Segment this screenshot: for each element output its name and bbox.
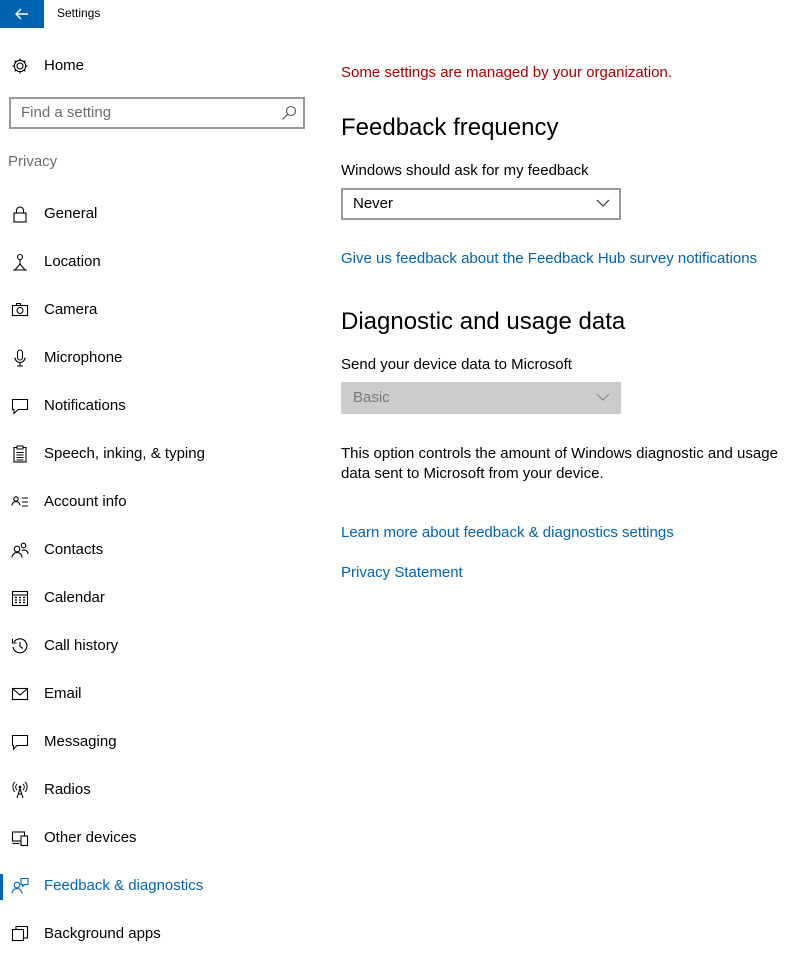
diagnostic-data-label: Send your device data to Microsoft [341,356,572,373]
radios-icon [12,781,28,799]
sidebar-item-label: Speech, inking, & typing [44,445,205,462]
notifications-icon [11,398,29,415]
clipboard-icon [13,445,27,463]
sidebar-item-label: Background apps [44,925,161,942]
managed-notice: Some settings are managed by your organi… [341,64,673,81]
sidebar-item-notifications[interactable]: Notifications [0,386,320,426]
camera-icon [11,303,29,317]
account-info-icon [11,496,28,507]
sidebar-item-call-history[interactable]: Call history [0,626,320,666]
diagnostic-usage-heading: Diagnostic and usage data [341,308,626,335]
messaging-icon [11,734,29,751]
search-input[interactable]: Find a setting [9,97,305,129]
sidebar-item-label: Account info [44,493,127,510]
sidebar-item-microphone[interactable]: Microphone [0,338,320,378]
background-apps-icon [11,925,29,942]
sidebar-item-messaging[interactable]: Messaging [0,722,320,762]
sidebar-item-label: Notifications [44,397,126,414]
back-button[interactable] [0,0,44,28]
sidebar-item-email[interactable]: Email [0,674,320,714]
sidebar-item-camera[interactable]: Camera [0,290,320,330]
diagnostic-data-dropdown: Basic [341,382,621,414]
privacy-statement-link[interactable]: Privacy Statement [341,564,463,581]
lock-icon [13,206,27,223]
diagnostic-data-value: Basic [353,389,390,406]
sidebar-item-label: Camera [44,301,98,318]
sidebar-item-label: Calendar [44,589,105,606]
sidebar-item-speech[interactable]: Speech, inking, & typing [0,434,320,474]
sidebar-item-contacts[interactable]: Contacts [0,530,320,570]
location-icon [13,253,27,271]
sidebar-item-label: Feedback & diagnostics [44,877,204,894]
home-label: Home [44,57,85,74]
devices-icon [11,831,29,847]
gear-icon [12,58,28,74]
sidebar-item-label: Microphone [44,349,123,366]
sidebar-item-label: Email [44,685,82,702]
sidebar-item-account-info[interactable]: Account info [0,482,320,522]
calendar-icon [11,590,29,607]
sidebar-item-feedback-diagnostics[interactable]: Feedback & diagnostics [0,866,320,906]
sidebar-item-radios[interactable]: Radios [0,770,320,810]
microphone-icon [14,349,26,367]
sidebar-item-label: Contacts [44,541,104,558]
window-title: Settings [57,6,101,20]
feedback-frequency-dropdown[interactable]: Never [341,188,621,220]
section-heading-privacy: Privacy [8,153,58,170]
title-bar: Settings [0,0,801,28]
sidebar-item-other-devices[interactable]: Other devices [0,818,320,858]
back-arrow-icon [15,8,28,20]
sidebar-item-background-apps[interactable]: Background apps [0,914,320,954]
chevron-down-icon [596,393,610,401]
sidebar-item-label: General [44,205,98,222]
learn-more-link[interactable]: Learn more about feedback & diagnostics … [341,524,674,541]
sidebar-item-label: Location [44,253,101,270]
sidebar-item-general[interactable]: General [0,194,320,234]
feedback-frequency-label: Windows should ask for my feedback [341,162,589,179]
chevron-down-icon [596,199,610,207]
feedback-icon [11,877,29,894]
sidebar-item-label: Other devices [44,829,137,846]
feedback-frequency-heading: Feedback frequency [341,114,559,141]
email-icon [11,687,29,701]
feedback-hub-link[interactable]: Give us feedback about the Feedback Hub … [341,250,757,267]
search-icon[interactable] [281,105,297,121]
feedback-frequency-value: Never [353,195,394,212]
search-placeholder: Find a setting [21,104,112,121]
sidebar-item-label: Messaging [44,733,117,750]
sidebar-item-label: Radios [44,781,91,798]
home-link[interactable]: Home [0,50,320,82]
sidebar-item-label: Call history [44,637,119,654]
history-icon [11,638,28,654]
contacts-icon [11,542,29,558]
sidebar-item-location[interactable]: Location [0,242,320,282]
selection-indicator [0,874,3,900]
sidebar-item-calendar[interactable]: Calendar [0,578,320,618]
diagnostic-description: This option controls the amount of Windo… [341,445,778,482]
